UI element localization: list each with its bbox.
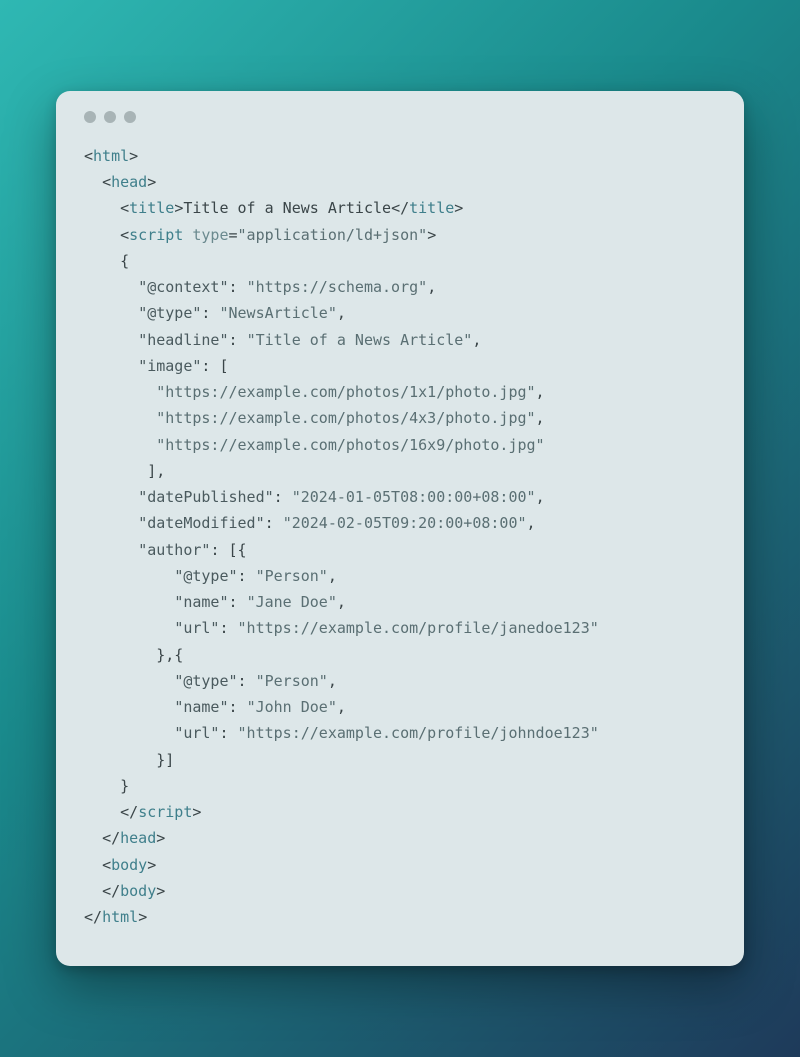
traffic-light-dot: [104, 111, 116, 123]
code-block: <html> <head> <title>Title of a News Art…: [84, 143, 716, 931]
traffic-light-dot: [84, 111, 96, 123]
traffic-light-dot: [124, 111, 136, 123]
code-window: <html> <head> <title>Title of a News Art…: [56, 91, 744, 967]
window-titlebar: [84, 111, 716, 123]
